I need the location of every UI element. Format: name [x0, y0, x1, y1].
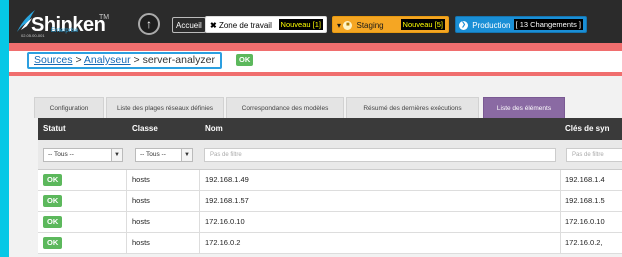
- column-divider: [199, 212, 200, 232]
- lock-icon: ■: [343, 21, 353, 31]
- row-sync-keys: 192.168.1.5: [565, 196, 605, 205]
- production-icon: ❯: [459, 21, 468, 31]
- column-divider: [560, 212, 561, 232]
- status-badge: OK: [236, 54, 254, 66]
- column-divider: [126, 170, 127, 190]
- column-divider: [560, 191, 561, 211]
- row-sync-keys: 172.16.0.10: [565, 217, 605, 226]
- column-divider: [560, 233, 561, 253]
- tab-model-mapping[interactable]: Correspondance des modèles: [226, 97, 344, 118]
- name-filter-input[interactable]: Pas de filtre: [204, 148, 556, 162]
- top-navbar: Shinken TM 02.05.00-001 Enterprise ↑ Acc…: [9, 0, 622, 43]
- chevron-down-icon: ▼: [181, 149, 192, 161]
- sync-keys-filter-input[interactable]: Pas de filtre: [566, 148, 622, 162]
- env-workspace-count: Nouveau [1]: [278, 19, 323, 30]
- row-name[interactable]: 192.168.1.57: [205, 191, 249, 211]
- tab-execution-summary[interactable]: Résumé des dernières exécutions: [346, 97, 479, 118]
- row-sync-keys: 172.16.0.2,: [565, 238, 603, 247]
- breadcrumb-sources[interactable]: Sources: [34, 54, 73, 66]
- table-row[interactable]: OK hosts 172.16.0.10 172.16.0.10: [38, 212, 622, 233]
- filter-row: -- Tous -- ▼ -- Tous -- ▼ Pas de filtre …: [38, 140, 622, 170]
- column-header-name[interactable]: Nom: [205, 118, 223, 140]
- column-divider: [126, 212, 127, 232]
- table-row[interactable]: OK hosts 192.168.1.57 192.168.1.5: [38, 191, 622, 212]
- env-workspace-label: Zone de travail: [218, 21, 272, 30]
- tab-network-ranges[interactable]: Liste des plages réseaux définies: [106, 97, 224, 118]
- tab-element-list[interactable]: Liste des éléments: [483, 97, 565, 118]
- status-badge: OK: [43, 237, 63, 249]
- status-badge: OK: [43, 216, 63, 228]
- chevron-down-icon: ▾: [337, 21, 342, 30]
- row-class: hosts: [132, 196, 150, 205]
- breadcrumb-current: server-analyzer: [142, 54, 215, 66]
- tab-configuration[interactable]: Configuration: [34, 97, 104, 118]
- shinken-bird-icon: [17, 10, 35, 32]
- column-divider: [199, 191, 200, 211]
- env-staging-count: Nouveau [5]: [400, 19, 445, 30]
- home-button[interactable]: Accueil: [172, 17, 206, 33]
- class-filter-select[interactable]: -- Tous -- ▼: [135, 148, 193, 162]
- breadcrumb: Sources > Analyseur > server-analyzer: [27, 52, 222, 69]
- env-staging-button[interactable]: ▾ ■ Staging Nouveau [5]: [332, 16, 449, 33]
- row-name[interactable]: 172.16.0.10: [205, 212, 245, 232]
- status-badge: OK: [43, 195, 63, 207]
- workspace-icon: ✖: [210, 21, 217, 30]
- row-name[interactable]: 192.168.1.49: [205, 170, 249, 190]
- column-divider: [126, 233, 127, 253]
- breadcrumb-separator: >: [130, 54, 143, 66]
- row-class: hosts: [132, 217, 150, 226]
- status-filter-value: -- Tous --: [48, 151, 74, 158]
- logo-edition: Enterprise: [51, 28, 79, 34]
- row-sync-keys: 192.168.1.4: [565, 175, 605, 184]
- breadcrumb-separator: >: [72, 54, 84, 66]
- chevron-down-icon: ▼: [111, 149, 122, 161]
- env-production-count: [ 13 Changements ]: [513, 19, 583, 30]
- env-production-label: Production: [472, 21, 511, 30]
- column-divider: [560, 170, 561, 190]
- column-divider: [199, 170, 200, 190]
- class-filter-value: -- Tous --: [140, 151, 166, 158]
- column-header-sync-keys[interactable]: Clés de syn: [565, 118, 610, 140]
- app-window: Shinken TM 02.05.00-001 Enterprise ↑ Acc…: [9, 0, 622, 257]
- table-header: [38, 118, 622, 140]
- table-row[interactable]: OK hosts 192.168.1.49 192.168.1.4: [38, 170, 622, 191]
- column-header-status[interactable]: Statut: [43, 118, 66, 140]
- column-divider: [126, 191, 127, 211]
- env-workspace-button[interactable]: ✖ Zone de travail Nouveau [1]: [205, 16, 327, 33]
- env-production-button[interactable]: ❯ Production [ 13 Changements ]: [455, 16, 587, 33]
- home-icon-button[interactable]: ↑: [138, 13, 160, 35]
- status-badge: OK: [43, 174, 63, 186]
- logo-version: 02.05.00-001: [21, 33, 45, 38]
- row-class: hosts: [132, 175, 150, 184]
- column-divider: [199, 233, 200, 253]
- row-class: hosts: [132, 238, 150, 247]
- row-name[interactable]: 172.16.0.2: [205, 233, 240, 253]
- column-header-class[interactable]: Classe: [132, 118, 158, 140]
- env-staging-label: Staging: [356, 21, 384, 30]
- status-filter-select[interactable]: -- Tous -- ▼: [43, 148, 123, 162]
- breadcrumb-analyzer[interactable]: Analyseur: [84, 54, 131, 66]
- logo-trademark: TM: [99, 14, 110, 21]
- table-row[interactable]: OK hosts 172.16.0.2 172.16.0.2,: [38, 233, 622, 254]
